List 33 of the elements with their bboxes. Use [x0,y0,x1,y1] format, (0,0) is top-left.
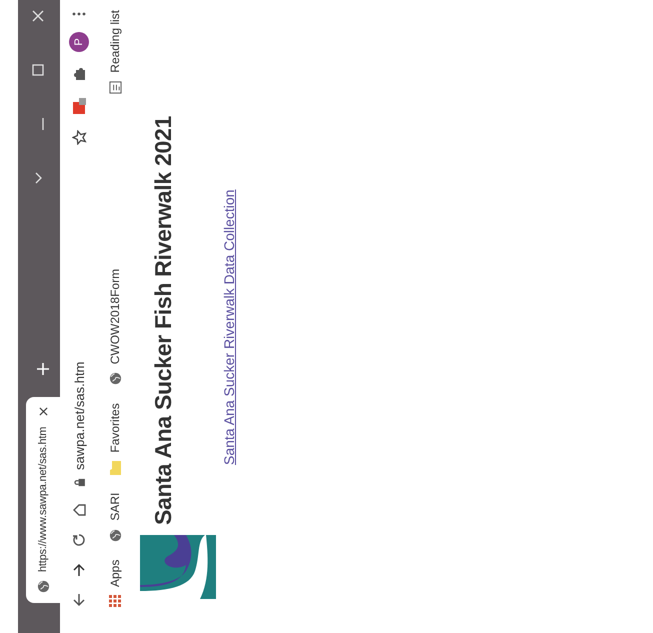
address-bar[interactable]: sawpa.net/sas.htm [65,161,93,487]
bookmark[interactable]: Apps [108,560,122,607]
folder-icon [109,460,121,475]
browser-tab[interactable]: https://www.sawpa.net/sas.htm [26,397,60,603]
minimize-icon[interactable] [42,118,44,130]
maximize-icon[interactable] [32,64,44,76]
bookmark[interactable]: Favorites [108,403,122,475]
globe-icon [108,372,122,386]
home-icon[interactable] [72,503,86,517]
data-collection-link[interactable]: Santa Ana Sucker Riverwalk Data Collection [221,190,237,465]
logo-icon [140,535,216,599]
list-icon [108,80,122,94]
star-icon[interactable] [72,130,86,145]
new-tab-icon[interactable] [37,363,49,375]
profile-avatar[interactable]: P [69,32,89,52]
puzzle-icon[interactable] [72,68,86,82]
close-tab-icon[interactable] [38,407,48,416]
bookmark[interactable]: CWOW2018Form [108,268,122,386]
bookmark[interactable]: SARI [108,492,122,542]
lock-icon[interactable] [74,478,84,487]
page-heading: Santa Ana Sucker Fish Riverwalk 2021 [150,116,177,525]
extension-icon[interactable] [71,98,87,114]
close-icon[interactable] [32,10,44,22]
globe-icon [36,580,50,593]
tab-title: https://www.sawpa.net/sas.htm [37,426,49,572]
url-text: sawpa.net/sas.htm [72,362,86,470]
globe-icon [108,528,122,542]
back-icon[interactable] [72,593,86,607]
more-icon[interactable] [72,12,86,16]
apps-grid-icon [109,595,121,607]
forward-icon[interactable] [72,563,86,577]
reload-icon[interactable] [72,533,86,547]
reading-list-button[interactable]: Reading list [108,10,122,94]
